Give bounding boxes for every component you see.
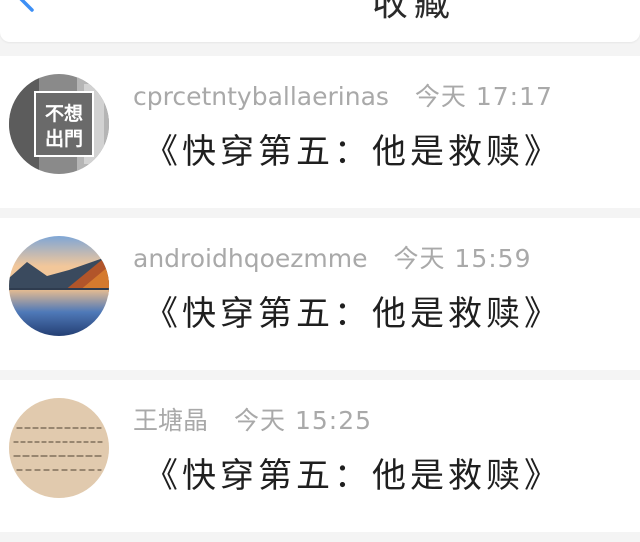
back-chevron-icon[interactable]	[8, 0, 42, 14]
timestamp: 今天 17:17	[414, 82, 553, 111]
list-item[interactable]: 王塘晶 今天 15:25 《快穿第五：他是救赎》	[0, 380, 640, 532]
username[interactable]: androidhqoezmme	[133, 244, 367, 273]
avatar-text-line-2: 出門	[45, 127, 83, 150]
item-meta: androidhqoezmme 今天 15:59	[133, 244, 531, 274]
timestamp: 今天 15:25	[234, 406, 373, 435]
item-title[interactable]: 《快穿第五：他是救赎》	[144, 456, 562, 496]
item-title[interactable]: 《快穿第五：他是救赎》	[144, 132, 562, 172]
page-title: 收藏	[372, 0, 457, 24]
username[interactable]: cprcetntyballaerinas	[133, 82, 389, 111]
favorites-list: 不想 出門 cprcetntyballaerinas 今天 17:17 《快穿第五…	[0, 56, 640, 542]
avatar[interactable]	[9, 398, 109, 498]
item-meta: 王塘晶 今天 15:25	[133, 406, 372, 436]
top-bar: 收藏	[0, 0, 640, 42]
avatar-text-line-1: 不想	[45, 102, 83, 125]
username[interactable]: 王塘晶	[133, 406, 208, 435]
avatar[interactable]	[9, 236, 109, 336]
item-meta: cprcetntyballaerinas 今天 17:17	[133, 82, 553, 112]
list-item[interactable]: 不想 出門 cprcetntyballaerinas 今天 17:17 《快穿第五…	[0, 56, 640, 208]
avatar[interactable]: 不想 出門	[9, 74, 109, 174]
timestamp: 今天 15:59	[393, 244, 532, 273]
item-title[interactable]: 《快穿第五：他是救赎》	[144, 294, 562, 334]
list-item[interactable]: androidhqoezmme 今天 15:59 《快穿第五：他是救赎》	[0, 218, 640, 370]
